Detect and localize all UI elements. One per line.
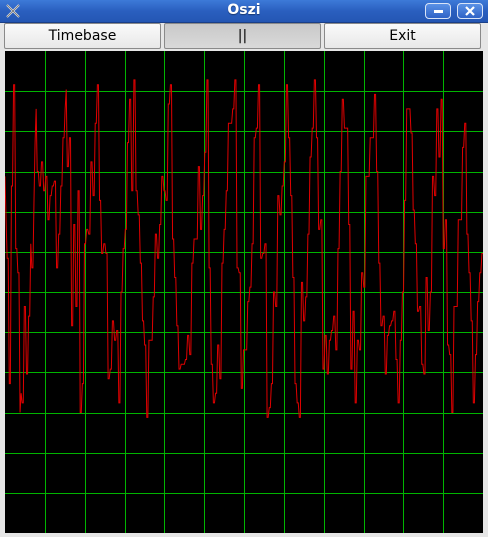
timebase-button[interactable]: Timebase bbox=[4, 23, 161, 49]
close-button[interactable] bbox=[457, 3, 483, 19]
window-title: Oszi bbox=[227, 2, 261, 18]
scope-canvas bbox=[4, 51, 483, 533]
title-bar[interactable]: Oszi bbox=[0, 0, 488, 23]
minimize-icon bbox=[434, 10, 443, 13]
toolbar: Timebase || Exit bbox=[4, 22, 484, 49]
exit-button[interactable]: Exit bbox=[324, 23, 481, 49]
minimize-button[interactable] bbox=[425, 3, 451, 19]
pause-button[interactable]: || bbox=[164, 23, 321, 49]
oscilloscope-display bbox=[4, 51, 483, 533]
close-icon bbox=[465, 6, 475, 16]
